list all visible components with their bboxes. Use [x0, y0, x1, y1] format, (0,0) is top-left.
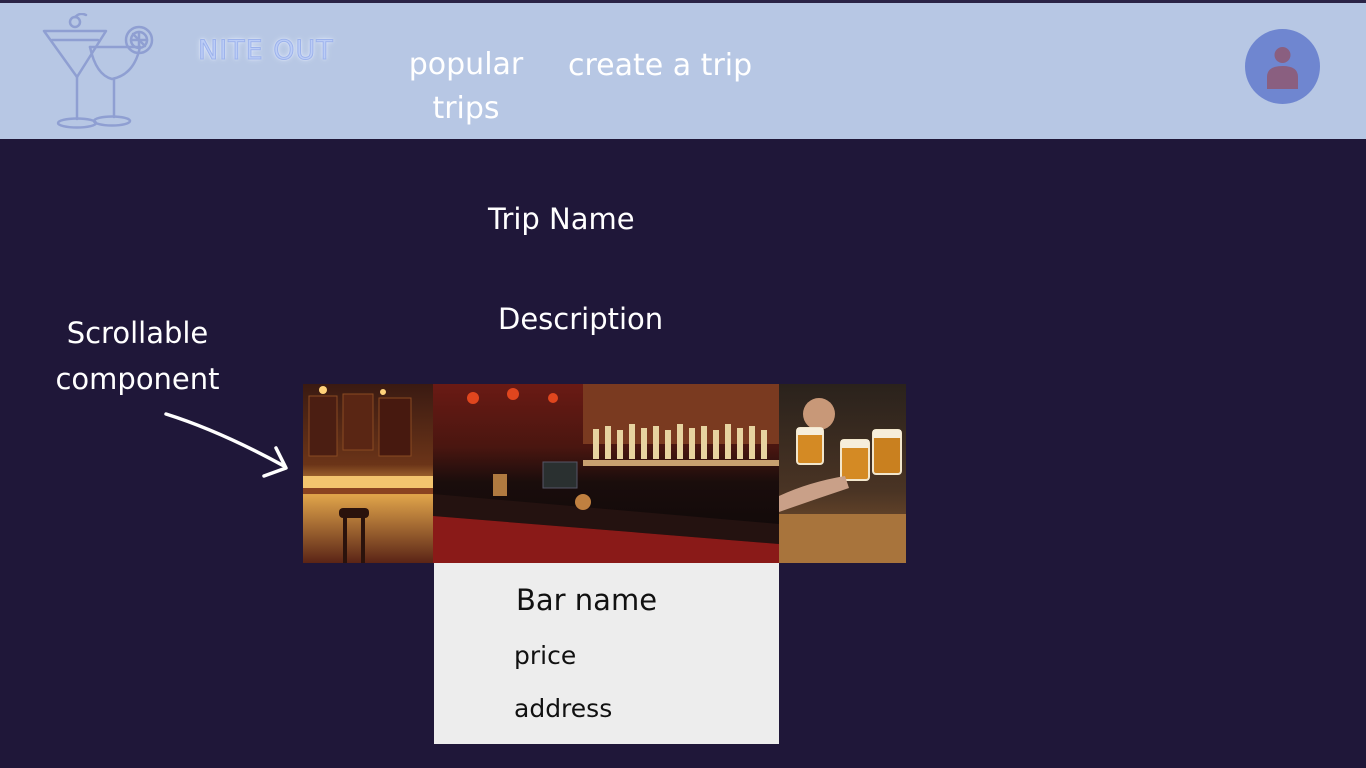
beer-toast-photo	[779, 384, 906, 563]
user-avatar-button[interactable]	[1245, 29, 1320, 104]
app-header: NITE OUT popular trips create a trip	[0, 3, 1366, 139]
cocktail-glasses-icon[interactable]	[40, 13, 160, 133]
bar-photo-gallery[interactable]	[303, 384, 906, 563]
bar-info-card[interactable]: Bar name price address	[434, 563, 779, 744]
bar-price-label: price	[514, 641, 577, 670]
annotation-arrow-icon	[164, 412, 288, 478]
bar-counter-photo	[433, 384, 779, 563]
scrollable-annotation-label: Scrollable component	[55, 316, 220, 396]
user-avatar-icon	[1267, 47, 1298, 89]
nav-popular-trips[interactable]: popular trips	[400, 43, 532, 131]
bar-name-label: Bar name	[516, 583, 658, 617]
trip-description: Description	[498, 302, 664, 336]
brand-logo-text[interactable]: NITE OUT	[198, 35, 334, 67]
bar-address-label: address	[514, 694, 613, 723]
trip-name-heading: Trip Name	[488, 202, 635, 236]
bar-interior-photo	[303, 384, 433, 563]
nav-create-trip[interactable]: create a trip	[568, 48, 752, 83]
